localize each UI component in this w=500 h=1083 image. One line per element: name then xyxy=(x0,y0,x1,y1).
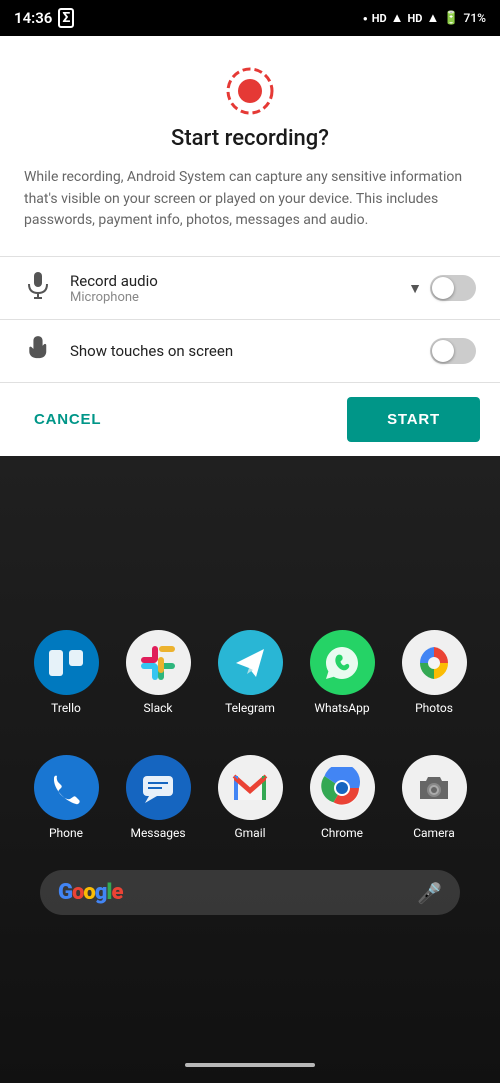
whatsapp-icon[interactable] xyxy=(310,630,375,695)
phone-icon[interactable] xyxy=(34,755,99,820)
apps-section: Trello Slack xyxy=(0,620,500,915)
app-row-2: Phone Messages xyxy=(0,745,500,850)
whatsapp-label: WhatsApp xyxy=(314,701,369,715)
dot-icon: ● xyxy=(363,14,368,23)
record-audio-text: Record audio Microphone xyxy=(70,272,390,305)
telegram-icon[interactable] xyxy=(218,630,283,695)
show-touches-row: Show touches on screen xyxy=(0,320,500,382)
hd-label-1: HD xyxy=(372,12,387,25)
hd-label-2: HD xyxy=(408,12,423,25)
dropdown-arrow-icon[interactable]: ▼ xyxy=(408,280,422,297)
recording-dialog: Start recording? While recording, Androi… xyxy=(0,36,500,456)
record-icon-area xyxy=(0,36,500,126)
record-audio-toggle[interactable] xyxy=(430,275,476,301)
app-item-photos[interactable]: Photos xyxy=(394,630,474,715)
toggle-knob-2 xyxy=(432,340,454,362)
chrome-icon[interactable] xyxy=(310,755,375,820)
phone-label: Phone xyxy=(49,826,83,840)
signal-icon-1: ▲ xyxy=(391,10,404,26)
start-button[interactable]: START xyxy=(347,397,480,442)
photos-label: Photos xyxy=(415,701,453,715)
record-audio-row: Record audio Microphone ▼ xyxy=(0,257,500,319)
app-item-whatsapp[interactable]: WhatsApp xyxy=(302,630,382,715)
touch-icon xyxy=(24,334,52,368)
home-indicator xyxy=(185,1063,315,1067)
messages-label: Messages xyxy=(130,826,185,840)
app-row-1: Trello Slack xyxy=(0,620,500,725)
signal-icon-2: ▲ xyxy=(426,10,439,26)
show-touches-label: Show touches on screen xyxy=(70,342,412,360)
status-right: ● HD ▲ HD ▲ 🔋 71% xyxy=(363,10,486,26)
record-audio-controls[interactable]: ▼ xyxy=(408,275,476,301)
app-item-messages[interactable]: Messages xyxy=(118,755,198,840)
sigma-icon: Σ xyxy=(58,8,74,28)
microphone-icon xyxy=(24,271,52,305)
dialog-description: While recording, Android System can capt… xyxy=(0,167,500,256)
search-bar[interactable]: Google 🎤 xyxy=(40,870,460,915)
camera-label: Camera xyxy=(413,826,455,840)
app-item-chrome[interactable]: Chrome xyxy=(302,755,382,840)
trello-icon[interactable] xyxy=(34,630,99,695)
slack-label: Slack xyxy=(144,701,173,715)
battery-icon: 🔋 xyxy=(443,11,459,26)
record-icon xyxy=(225,66,275,116)
photos-icon[interactable] xyxy=(402,630,467,695)
messages-icon[interactable] xyxy=(126,755,191,820)
app-item-phone[interactable]: Phone xyxy=(26,755,106,840)
status-time: 14:36 xyxy=(14,9,52,27)
app-item-trello[interactable]: Trello xyxy=(26,630,106,715)
status-bar: 14:36 Σ ● HD ▲ HD ▲ 🔋 71% xyxy=(0,0,500,36)
battery-level: 71% xyxy=(464,11,486,25)
app-item-telegram[interactable]: Telegram xyxy=(210,630,290,715)
record-audio-label: Record audio xyxy=(70,272,390,290)
slack-icon[interactable] xyxy=(126,630,191,695)
app-item-gmail[interactable]: Gmail xyxy=(210,755,290,840)
camera-icon[interactable] xyxy=(402,755,467,820)
app-item-slack[interactable]: Slack xyxy=(118,630,198,715)
mic-icon[interactable]: 🎤 xyxy=(417,881,442,905)
app-item-camera[interactable]: Camera xyxy=(394,755,474,840)
gmail-icon[interactable] xyxy=(218,755,283,820)
dialog-title: Start recording? xyxy=(0,126,500,167)
cancel-button[interactable]: CANCEL xyxy=(20,401,115,438)
telegram-label: Telegram xyxy=(225,701,275,715)
chrome-label: Chrome xyxy=(321,826,363,840)
dialog-buttons: CANCEL START xyxy=(0,382,500,456)
show-touches-text: Show touches on screen xyxy=(70,342,412,360)
show-touches-toggle[interactable] xyxy=(430,338,476,364)
status-left: 14:36 Σ xyxy=(14,8,74,28)
nav-bar xyxy=(0,1047,500,1083)
gmail-label: Gmail xyxy=(234,826,265,840)
trello-label: Trello xyxy=(51,701,81,715)
record-audio-sublabel: Microphone xyxy=(70,290,390,305)
toggle-knob xyxy=(432,277,454,299)
google-logo: Google xyxy=(58,880,122,905)
